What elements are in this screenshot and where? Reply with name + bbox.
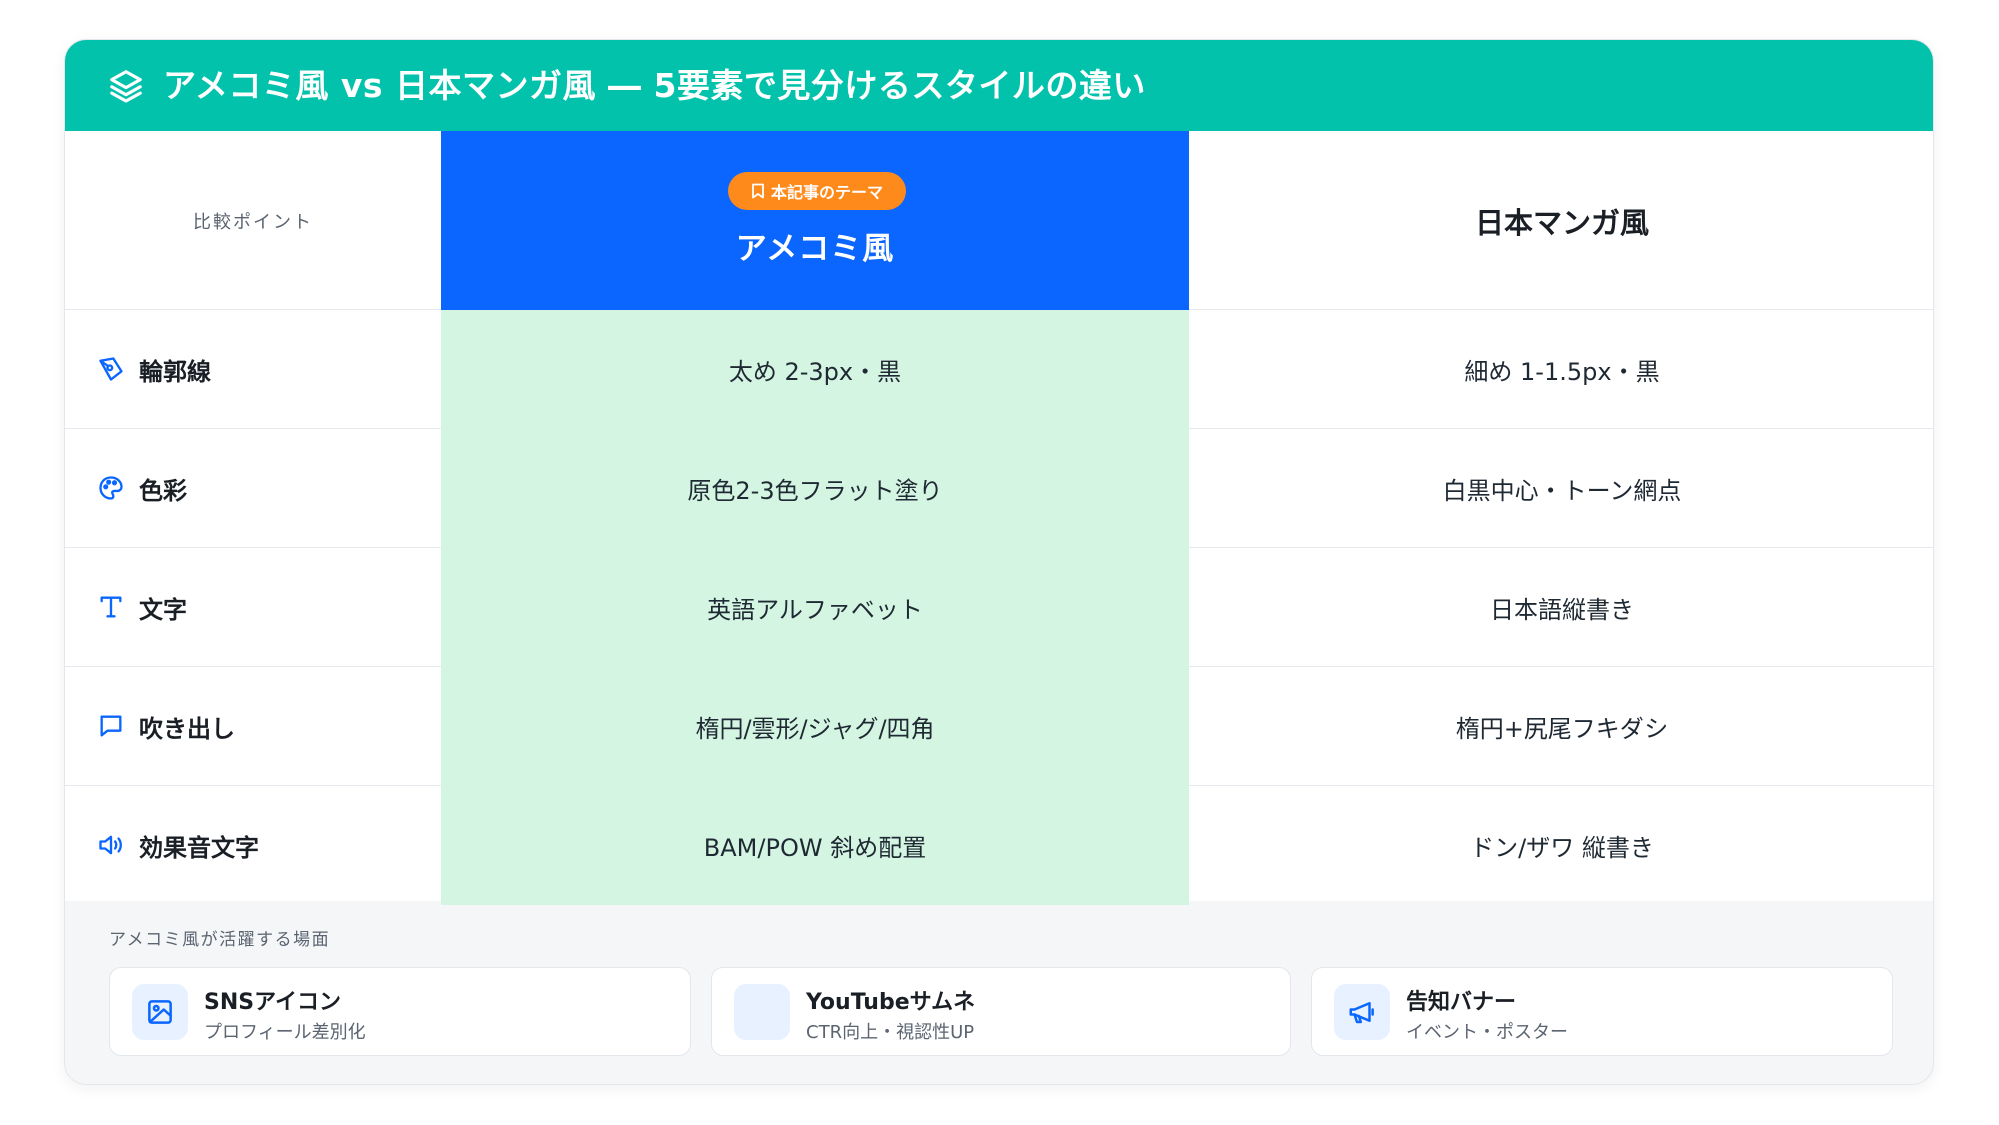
comparison-table: 比較ポイント 本記事のテーマ アメコミ風 日本マンガ風 輪郭線 太め 2-3px… <box>65 131 1933 905</box>
use-case-name: 告知バナー <box>1406 990 1517 1015</box>
row-label-color: 色彩 <box>65 429 441 547</box>
cell-amecomi: 原色2-3色フラット塗り <box>441 429 1189 548</box>
row-label-text: 文字 <box>139 595 187 624</box>
row-label-bubble: 吹き出し <box>65 667 441 785</box>
layers-icon <box>110 70 142 103</box>
palette-icon <box>99 476 123 500</box>
table-row: 色彩 原色2-3色フラット塗り 白黒中心・トーン網点 <box>65 429 1933 548</box>
blank-icon <box>734 984 790 1040</box>
row-label-text: 吹き出し <box>139 714 235 743</box>
use-case-name: YouTubeサムネ <box>806 990 976 1015</box>
image-icon <box>148 1000 172 1024</box>
cell-amecomi: 太め 2-3px・黒 <box>441 310 1189 429</box>
row-label-text: 色彩 <box>139 476 187 505</box>
speaker-icon <box>99 835 122 855</box>
use-icon-box <box>1334 984 1390 1040</box>
table-header-row: 比較ポイント 本記事のテーマ アメコミ風 日本マンガ風 <box>65 131 1933 310</box>
cell-manga: 白黒中心・トーン網点 <box>1442 476 1682 505</box>
cell-manga: ドン/ザワ 縦書き <box>1470 833 1654 862</box>
column-a-title: アメコミ風 <box>735 231 895 267</box>
page-title: アメコミ風 vs 日本マンガ風 ― 5要素で見分けるスタイルの違い <box>163 66 1146 105</box>
use-case-card-youtube: YouTubeサムネ CTR向上・視認性UP <box>711 967 1291 1056</box>
use-case-desc: CTR向上・視認性UP <box>806 1022 975 1043</box>
use-icon-box <box>132 984 188 1040</box>
bookmark-icon <box>752 183 764 199</box>
use-case-name: SNSアイコン <box>204 990 342 1015</box>
table-row: 輪郭線 太め 2-3px・黒 細め 1-1.5px・黒 <box>65 310 1933 429</box>
row-label-text: 輪郭線 <box>139 357 211 386</box>
use-cases-title: アメコミ風が活躍する場面 <box>109 930 331 950</box>
cell-amecomi: 英語アルファベット <box>441 548 1189 667</box>
table-row: 効果音文字 BAM/POW 斜め配置 ドン/ザワ 縦書き <box>65 786 1933 905</box>
column-b-title: 日本マンガ風 <box>1474 205 1649 240</box>
pen-tool-icon <box>99 357 123 381</box>
speech-bubble-icon <box>100 715 122 737</box>
type-icon <box>100 596 122 618</box>
column-header-amecomi: 本記事のテーマ アメコミ風 <box>441 131 1189 310</box>
row-label-sfx: 効果音文字 <box>65 786 441 904</box>
table-row: 吹き出し 楕円/雲形/ジャグ/四角 楕円+尻尾フキダシ <box>65 667 1933 786</box>
row-label-text-style: 文字 <box>65 548 441 666</box>
use-case-desc: イベント・ポスター <box>1406 1022 1568 1043</box>
column-header-label: 比較ポイント <box>193 211 313 233</box>
row-label-outline: 輪郭線 <box>65 310 441 428</box>
cell-manga: 細め 1-1.5px・黒 <box>1464 357 1660 386</box>
megaphone-icon <box>1349 1002 1374 1024</box>
comparison-card: アメコミ風 vs 日本マンガ風 ― 5要素で見分けるスタイルの違い 比較ポイント… <box>64 39 1934 1085</box>
use-case-card-banner: 告知バナー イベント・ポスター <box>1311 967 1893 1056</box>
theme-badge: 本記事のテーマ <box>728 172 906 210</box>
use-case-card-sns: SNSアイコン プロフィール差別化 <box>109 967 691 1056</box>
header-bar: アメコミ風 vs 日本マンガ風 ― 5要素で見分けるスタイルの違い <box>65 40 1933 131</box>
cell-manga: 日本語縦書き <box>1490 595 1634 624</box>
cell-manga: 楕円+尻尾フキダシ <box>1455 714 1669 743</box>
theme-badge-label: 本記事のテーマ <box>770 183 883 202</box>
cell-amecomi: BAM/POW 斜め配置 <box>441 786 1189 905</box>
table-row: 文字 英語アルファベット 日本語縦書き <box>65 548 1933 667</box>
use-case-desc: プロフィール差別化 <box>204 1022 366 1043</box>
cell-amecomi: 楕円/雲形/ジャグ/四角 <box>441 667 1189 786</box>
row-label-text: 効果音文字 <box>139 833 259 862</box>
